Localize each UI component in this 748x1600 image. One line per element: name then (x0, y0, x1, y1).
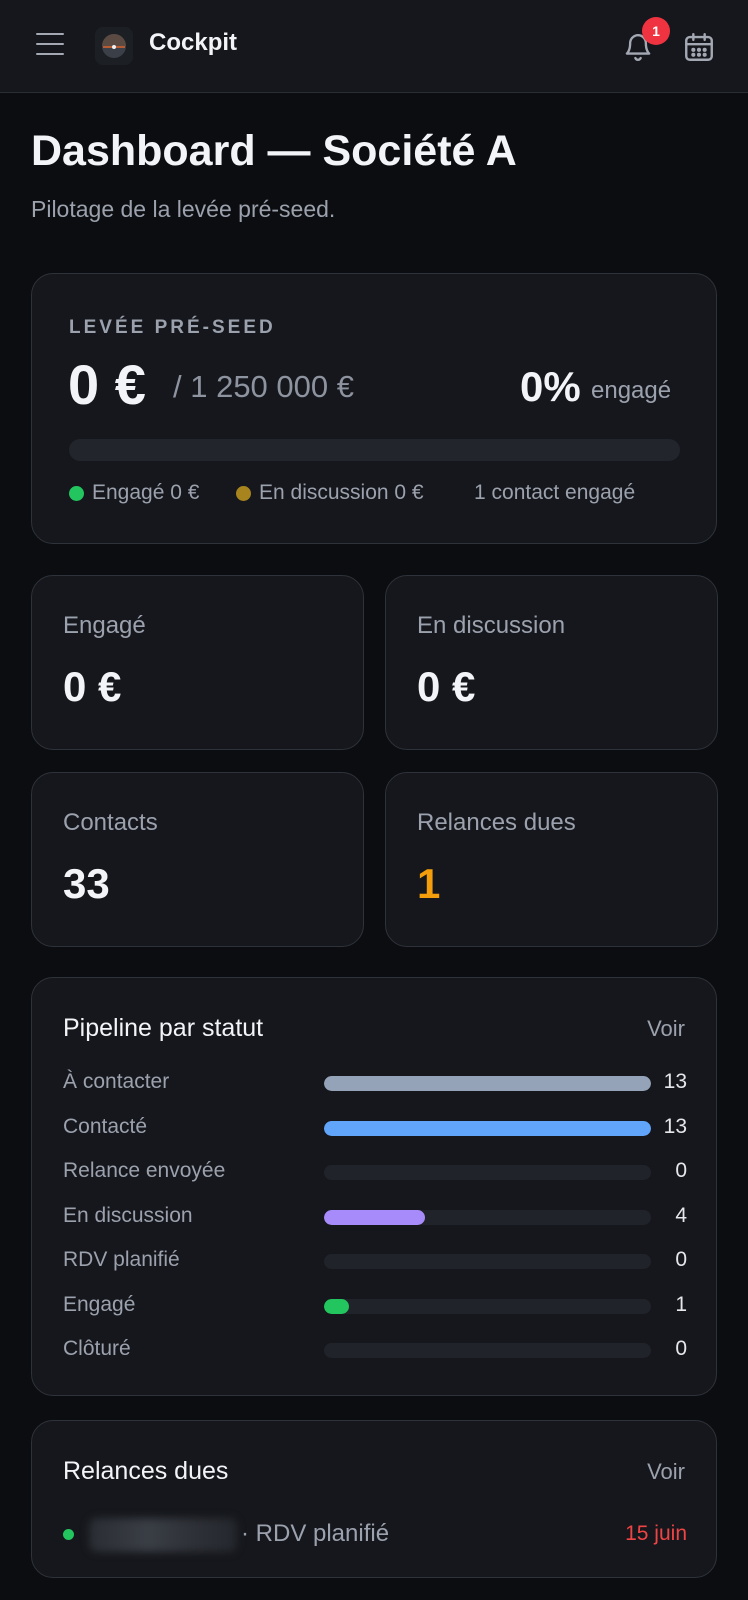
stat-card-followups[interactable]: Relances dues 1 (385, 772, 718, 947)
stat-card-contacts[interactable]: Contacts 33 (31, 772, 364, 947)
pipeline-row-label: Contacté (63, 1115, 148, 1138)
pipeline-card: Pipeline par statut Voir À contacter 13 … (31, 977, 717, 1396)
pipeline-bar (324, 1210, 651, 1225)
calendar-icon[interactable] (682, 30, 716, 64)
pipeline-row-closed[interactable]: Clôturé 0 (63, 1335, 687, 1365)
legend-discussion: En discussion 0 € (236, 481, 424, 505)
followups-view-link[interactable]: Voir (647, 1459, 685, 1485)
legend-contacts-label: 1 contact engagé (474, 481, 636, 504)
pipeline-bar-fill (324, 1299, 350, 1314)
followup-item[interactable]: · RDV planifié 15 juin (63, 1516, 687, 1556)
pipeline-row-count: 13 (663, 1070, 687, 1093)
pipeline-row-count: 4 (675, 1204, 687, 1227)
app-title: Cockpit (149, 29, 238, 56)
pipeline-row-count: 13 (663, 1115, 687, 1138)
pipeline-row-in-discussion[interactable]: En discussion 4 (63, 1202, 687, 1232)
pipeline-row-label: Clôturé (63, 1337, 131, 1360)
pipeline-row-label: Engagé (63, 1293, 136, 1316)
page-title: Dashboard — Société A (31, 127, 517, 175)
pipeline-bar-fill (324, 1210, 425, 1225)
raise-target: / 1 250 000 € (173, 369, 354, 404)
stat-value: 33 (63, 860, 110, 907)
top-bar: Cockpit 1 (0, 0, 748, 93)
stat-label: Contacts (63, 809, 158, 836)
stat-label: Engagé (63, 612, 146, 639)
pipeline-bar (324, 1299, 651, 1314)
stat-value: 1 (417, 860, 441, 907)
pipeline-bar (324, 1121, 651, 1136)
raise-percent-suffix: engagé (591, 377, 672, 404)
stat-label: Relances dues (417, 809, 576, 836)
pipeline-row-label: Relance envoyée (63, 1159, 226, 1182)
pipeline-bar (324, 1343, 651, 1358)
legend-engaged-dot (69, 485, 84, 501)
raise-percent: 0% (520, 363, 581, 410)
followup-status: · RDV planifié (241, 1520, 390, 1547)
legend-engaged: Engagé 0 € (69, 481, 199, 505)
followup-due-date: 15 juin (625, 1522, 687, 1545)
pipeline-row-label: RDV planifié (63, 1248, 180, 1271)
pipeline-row-count: 1 (675, 1293, 687, 1316)
stat-card-engaged[interactable]: Engagé 0 € (31, 575, 364, 750)
pipeline-row-label: En discussion (63, 1204, 193, 1227)
stat-value: 0 € (63, 663, 122, 710)
stat-value: 0 € (417, 663, 476, 710)
pipeline-view-link[interactable]: Voir (647, 1016, 685, 1042)
pipeline-row-label: À contacter (63, 1070, 170, 1093)
pipeline-row-followup-sent[interactable]: Relance envoyée 0 (63, 1157, 687, 1187)
app-logo (95, 27, 133, 65)
pipeline-bar-fill (324, 1121, 651, 1136)
legend-discussion-dot (236, 485, 251, 501)
raise-label: LEVÉE PRÉ-SEED (69, 317, 276, 338)
pipeline-bar-fill (324, 1076, 651, 1091)
page-subtitle: Pilotage de la levée pré-seed. (31, 196, 336, 222)
followup-contact-name-redacted (89, 1518, 237, 1552)
followup-status-dot (63, 1529, 74, 1540)
pipeline-bar (324, 1165, 651, 1180)
pipeline-bar (324, 1076, 651, 1091)
pipeline-row-count: 0 (675, 1159, 687, 1182)
raise-amount: 0 € (68, 353, 146, 416)
raise-progress-bar (69, 439, 680, 461)
legend-discussion-label: En discussion 0 € (259, 481, 424, 504)
followups-card: Relances dues Voir · RDV planifié 15 jui… (31, 1420, 717, 1578)
notification-count-badge: 1 (642, 17, 670, 45)
legend-contacts: 1 contact engagé (474, 481, 635, 505)
pipeline-bar (324, 1254, 651, 1269)
legend-engaged-label: Engagé 0 € (92, 481, 200, 504)
pipeline-row-contacted[interactable]: Contacté 13 (63, 1113, 687, 1143)
pipeline-title: Pipeline par statut (63, 1014, 264, 1042)
preseed-raise-card: LEVÉE PRÉ-SEED 0 € / 1 250 000 € 0% enga… (31, 273, 717, 544)
pipeline-row-engaged[interactable]: Engagé 1 (63, 1291, 687, 1321)
stat-label: En discussion (417, 612, 566, 639)
pipeline-row-count: 0 (675, 1248, 687, 1271)
pipeline-row-meeting-planned[interactable]: RDV planifié 0 (63, 1246, 687, 1276)
followups-title: Relances dues (63, 1457, 229, 1485)
hamburger-menu-icon[interactable] (36, 33, 64, 57)
pipeline-row-count: 0 (675, 1337, 687, 1360)
stat-card-discussion[interactable]: En discussion 0 € (385, 575, 718, 750)
pipeline-row-to-contact[interactable]: À contacter 13 (63, 1068, 687, 1098)
